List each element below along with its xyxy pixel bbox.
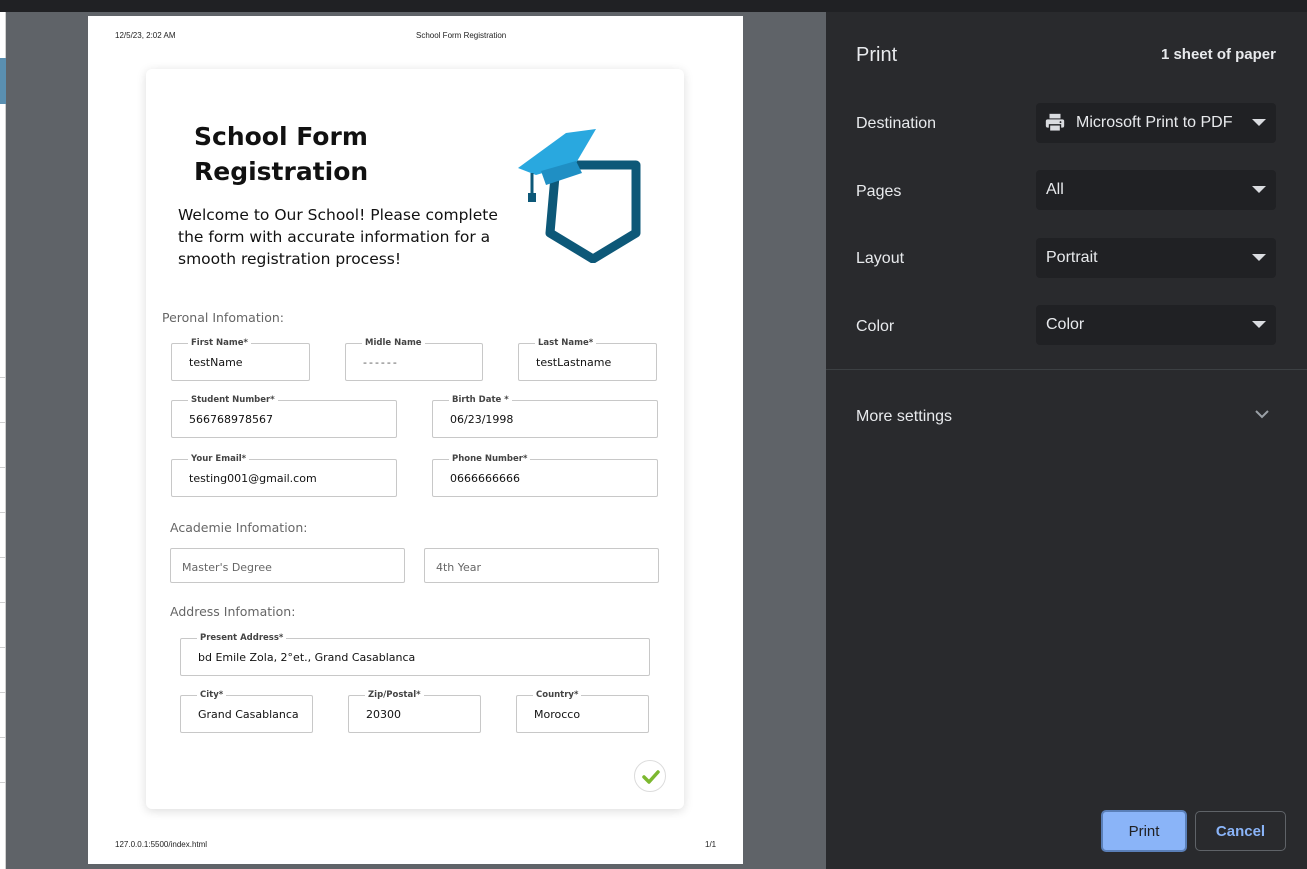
middle-name-value: ------ <box>363 356 399 369</box>
divider <box>0 737 6 738</box>
check-icon <box>642 770 660 784</box>
form-title-line2: Registration <box>194 157 369 186</box>
pages-label: Pages <box>856 183 902 200</box>
year-value: 4th Year <box>436 561 482 574</box>
city-label: City* <box>197 689 227 701</box>
pages-value: All <box>1046 181 1064 198</box>
divider <box>826 369 1307 370</box>
phone-field[interactable]: Phone Number* 0666666666 <box>432 453 658 497</box>
background-page-strip <box>0 12 6 869</box>
color-select[interactable]: Color <box>1036 305 1276 345</box>
print-doc-title: School Form Registration <box>416 31 507 40</box>
divider <box>0 467 6 468</box>
chevron-down-icon <box>1252 186 1266 193</box>
chevron-down-icon <box>1252 321 1266 328</box>
divider <box>0 422 6 423</box>
email-field[interactable]: Your Email* testing001@gmail.com <box>171 453 397 497</box>
section-address-heading: Address Infomation: <box>170 604 296 619</box>
color-value: Color <box>1046 316 1085 333</box>
layout-select[interactable]: Portrait <box>1036 238 1276 278</box>
country-label: Country* <box>533 689 582 701</box>
present-address-field[interactable]: Present Address* bd Emile Zola, 2°et., G… <box>180 632 650 676</box>
student-number-field[interactable]: Student Number* 566768978567 <box>171 394 397 438</box>
submit-check-button[interactable] <box>634 760 666 792</box>
email-value: testing001@gmail.com <box>189 472 317 485</box>
degree-select[interactable]: Master's Degree <box>170 548 405 583</box>
more-settings-toggle[interactable]: More settings <box>856 408 952 426</box>
print-datetime: 12/5/23, 2:02 AM <box>115 31 176 40</box>
divider <box>0 377 6 378</box>
degree-value: Master's Degree <box>182 561 272 574</box>
phone-value: 0666666666 <box>450 472 520 485</box>
form-title-line1: School Form <box>194 122 368 151</box>
birth-date-field[interactable]: Birth Date * 06/23/1998 <box>432 394 658 438</box>
printer-icon <box>1045 113 1065 132</box>
year-select[interactable]: 4th Year <box>424 548 659 583</box>
phone-label: Phone Number* <box>449 453 531 465</box>
cancel-button[interactable]: Cancel <box>1195 811 1286 851</box>
first-name-value: testName <box>189 356 243 369</box>
section-personal-heading: Peronal Infomation: <box>162 310 284 325</box>
layout-label: Layout <box>856 250 905 267</box>
print-settings-panel: Print 1 sheet of paper Destination Micro… <box>826 12 1307 869</box>
pages-select[interactable]: All <box>1036 170 1276 210</box>
zip-field[interactable]: Zip/Postal* 20300 <box>348 689 481 733</box>
divider <box>0 647 6 648</box>
chevron-down-icon <box>1252 254 1266 261</box>
last-name-value: testLastname <box>536 356 612 369</box>
print-preview-page: 12/5/23, 2:02 AM School Form Registratio… <box>88 16 743 864</box>
middle-name-field[interactable]: Midle Name ------ <box>345 337 483 381</box>
color-label: Color <box>856 318 895 335</box>
first-name-field[interactable]: First Name* testName <box>171 337 310 381</box>
zip-value: 20300 <box>366 708 401 721</box>
destination-select[interactable]: Microsoft Print to PDF <box>1036 103 1276 143</box>
zip-label: Zip/Postal* <box>365 689 424 701</box>
browser-top-bar <box>0 0 1307 12</box>
sheet-count: 1 sheet of paper <box>1160 46 1276 63</box>
student-number-value: 566768978567 <box>189 413 273 426</box>
chevron-down-icon[interactable] <box>1254 407 1270 421</box>
birth-date-value: 06/23/1998 <box>450 413 514 426</box>
layout-value: Portrait <box>1046 249 1098 266</box>
print-page-count: 1/1 <box>705 840 717 849</box>
divider <box>0 782 6 783</box>
divider <box>0 557 6 558</box>
last-name-label: Last Name* <box>535 337 597 349</box>
city-field[interactable]: City* Grand Casablanca <box>180 689 313 733</box>
present-address-label: Present Address* <box>197 632 287 644</box>
email-label: Your Email* <box>188 453 250 465</box>
print-url: 127.0.0.1:5500/index.html <box>115 840 208 849</box>
city-value: Grand Casablanca <box>198 708 299 721</box>
middle-name-label: Midle Name <box>362 337 425 349</box>
section-academic-heading: Academie Infomation: <box>170 520 308 535</box>
destination-label: Destination <box>856 115 937 132</box>
registration-form-card: School Form Registration Welcome to Our … <box>146 69 684 809</box>
divider <box>0 602 6 603</box>
first-name-label: First Name* <box>188 337 251 349</box>
country-field[interactable]: Country* Morocco <box>516 689 649 733</box>
print-panel-title: Print <box>856 44 898 66</box>
chevron-down-icon <box>1252 119 1266 126</box>
form-title: School Form Registration <box>194 119 368 189</box>
divider <box>0 512 6 513</box>
print-button[interactable]: Print <box>1101 810 1187 852</box>
background-page-accent <box>0 58 6 104</box>
divider <box>0 692 6 693</box>
last-name-field[interactable]: Last Name* testLastname <box>518 337 657 381</box>
welcome-text: Welcome to Our School! Please complete t… <box>178 206 498 268</box>
country-value: Morocco <box>534 708 581 721</box>
present-address-value: bd Emile Zola, 2°et., Grand Casablanca <box>198 651 416 664</box>
graduation-cap-shield-icon <box>518 129 641 263</box>
student-number-label: Student Number* <box>188 394 278 406</box>
destination-value: Microsoft Print to PDF <box>1076 114 1233 131</box>
birth-date-label: Birth Date * <box>449 394 512 406</box>
